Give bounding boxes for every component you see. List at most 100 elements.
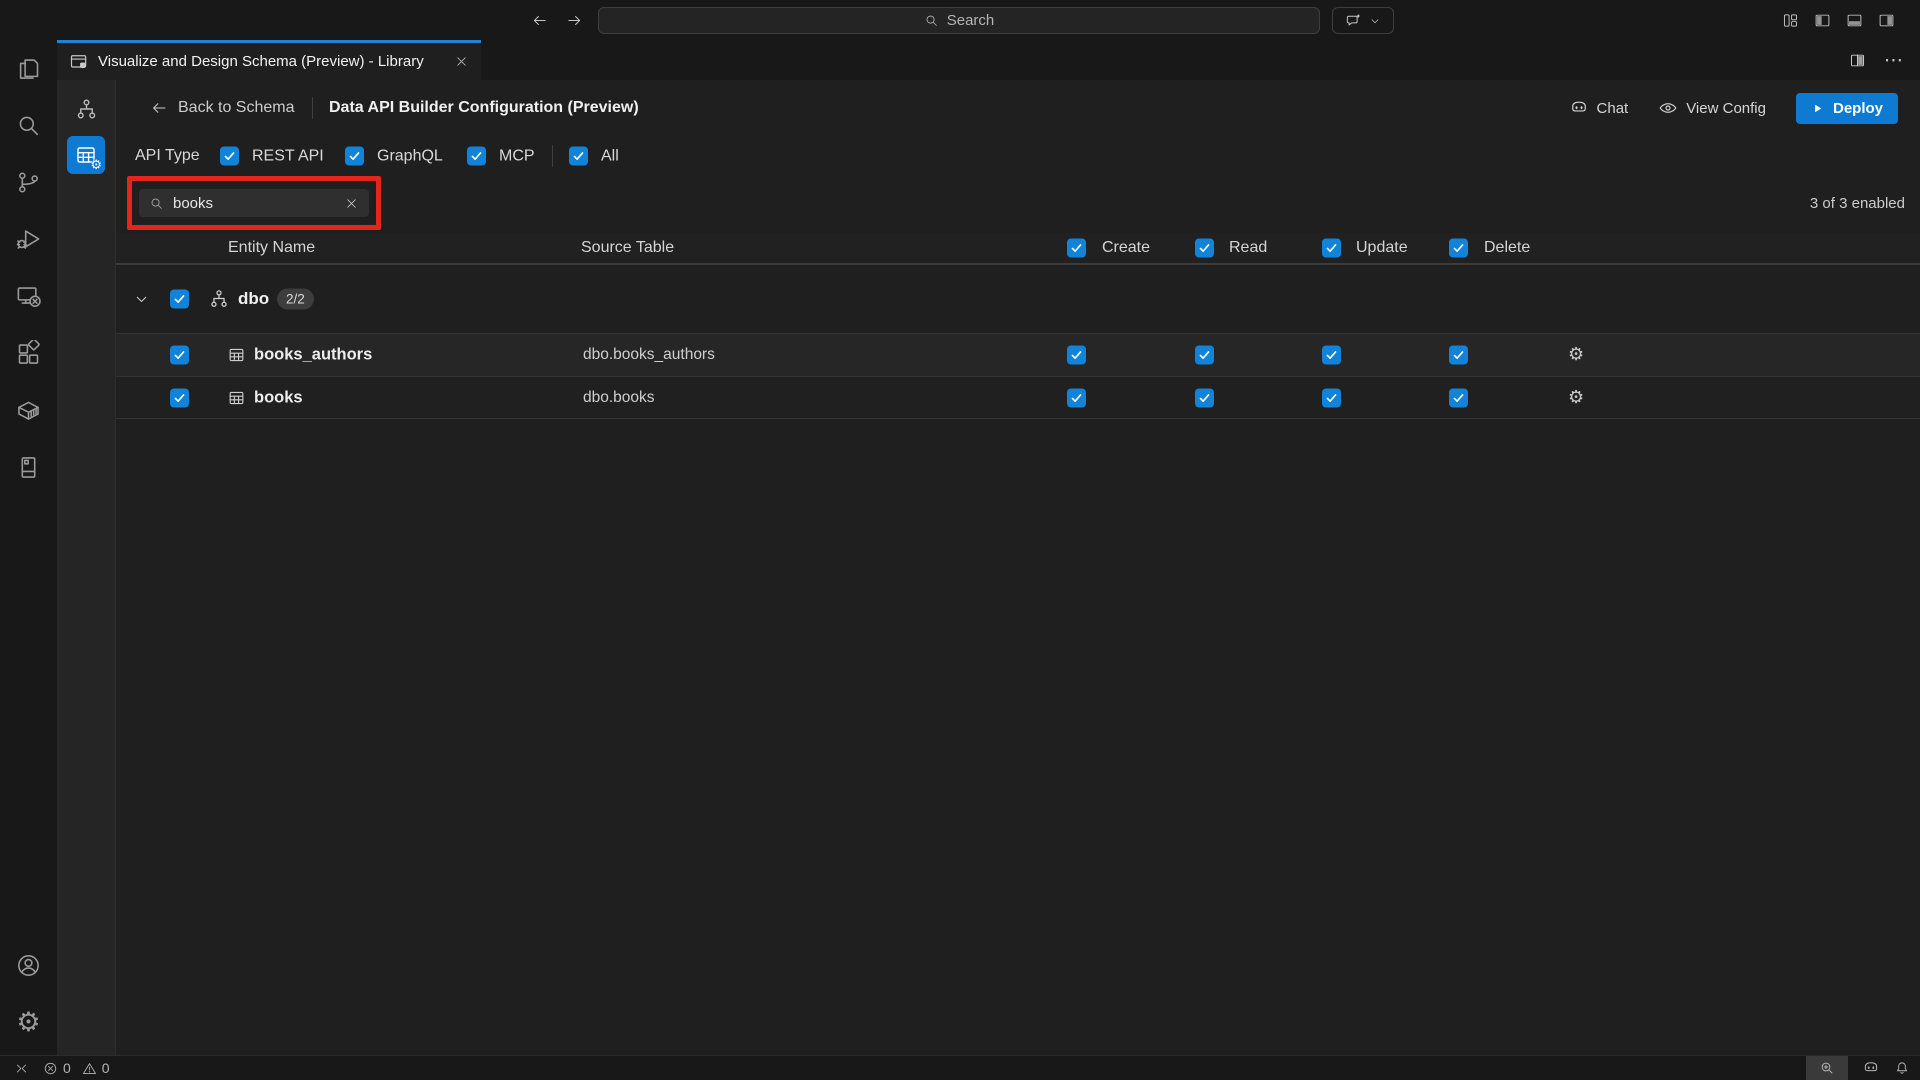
update-all-checkbox[interactable] [1322,239,1341,258]
mcp-checkbox[interactable] [467,147,486,166]
back-to-schema-button[interactable]: Back to Schema [150,80,295,136]
explorer-icon[interactable] [0,40,57,97]
copilot-status-icon[interactable] [1862,1059,1880,1077]
read-all-checkbox[interactable] [1195,239,1214,258]
schema-designer-icon[interactable] [67,90,105,128]
history-nav [531,0,583,40]
zoom-indicator[interactable] [1806,1056,1848,1080]
copilot-menu-button[interactable] [1332,7,1394,34]
accounts-icon[interactable] [0,937,57,994]
error-icon [43,1061,58,1076]
warning-count: 0 [102,1060,110,1076]
header-divider [312,97,313,119]
read-checkbox[interactable] [1195,388,1214,407]
checkbox-rest-api[interactable]: REST API [220,147,324,166]
search-value: books [173,195,335,212]
settings-gear-icon[interactable]: ⚙ [0,994,57,1051]
column-update: Update [1356,239,1408,257]
clear-search-icon[interactable] [344,196,359,211]
nav-forward-icon[interactable] [566,12,583,29]
play-icon [1811,102,1824,115]
create-all-checkbox[interactable] [1067,239,1086,258]
command-center-search[interactable]: Search [598,7,1320,34]
deploy-button[interactable]: Deploy [1796,93,1898,124]
search-view-icon[interactable] [0,97,57,154]
panel-header: Back to Schema Data API Builder Configur… [116,80,1920,136]
notifications-bell-icon[interactable] [1894,1060,1910,1076]
toggle-panel-icon[interactable] [1846,12,1863,29]
chat-label: Chat [1597,100,1629,117]
table-icon [227,388,246,407]
design-schema-tab-icon [69,52,89,72]
tab-title: Visualize and Design Schema (Preview) - … [98,53,424,70]
group-checkbox[interactable] [170,290,189,309]
error-count: 0 [63,1060,71,1076]
all-checkbox[interactable] [569,147,588,166]
entity-name: books_authors [254,346,372,365]
tab-visualize-design-schema[interactable]: Visualize and Design Schema (Preview) - … [57,40,481,80]
rest-api-checkbox[interactable] [220,147,239,166]
designer-tool-strip: ⚙ [57,80,116,1055]
checkbox-all[interactable]: All [569,147,619,166]
checkbox-mcp[interactable]: MCP [467,147,535,166]
database-projects-icon[interactable] [0,439,57,496]
deploy-label: Deploy [1833,100,1883,117]
more-actions-icon[interactable]: ⋯ [1884,49,1904,72]
remote-explorer-icon[interactable] [0,268,57,325]
schema-group-row: dbo 2/2 [116,265,1920,333]
delete-checkbox[interactable] [1449,388,1468,407]
remote-indicator-icon[interactable] [14,1061,29,1076]
tab-close-icon[interactable] [454,54,469,69]
source-control-icon[interactable] [0,154,57,211]
checkbox-graphql[interactable]: GraphQL [345,147,443,166]
read-checkbox[interactable] [1195,346,1214,365]
row-settings-gear-icon[interactable]: ⚙ [1568,389,1584,407]
status-bar: 0 0 [0,1055,1920,1080]
create-checkbox[interactable] [1067,388,1086,407]
page-title: Data API Builder Configuration (Preview) [329,80,639,136]
update-checkbox[interactable] [1322,388,1341,407]
api-type-filter-row: API Type REST API GraphQL MCP All [116,136,1920,176]
extensions-icon[interactable] [0,325,57,382]
chat-button[interactable]: Chat [1569,98,1629,118]
row-checkbox[interactable] [170,388,189,407]
row-checkbox[interactable] [170,346,189,365]
run-debug-icon[interactable] [0,211,57,268]
entity-row-books-authors: books_authors dbo.books_authors ⚙ [116,333,1920,376]
editor-tab-bar: Visualize and Design Schema (Preview) - … [57,40,1920,80]
nav-back-icon[interactable] [531,12,548,29]
toggle-secondary-sidebar-icon[interactable] [1878,12,1895,29]
customize-layout-icon[interactable] [1782,12,1799,29]
copilot-icon [1569,98,1589,118]
split-editor-icon[interactable] [1849,52,1866,69]
activity-bar: ⚙ [0,40,57,1055]
status-bar-right [1806,1056,1910,1080]
delete-all-checkbox[interactable] [1449,239,1468,258]
status-bar-left: 0 0 [14,1056,110,1080]
data-api-builder-icon[interactable]: ⚙ [67,136,105,174]
search-icon [924,13,939,28]
view-config-label: View Config [1686,100,1766,117]
problems-indicator[interactable]: 0 0 [43,1060,110,1076]
filter-divider [552,145,553,167]
back-label: Back to Schema [178,99,295,117]
column-read: Read [1229,239,1267,257]
view-config-button[interactable]: View Config [1658,98,1766,118]
container-tools-icon[interactable] [0,382,57,439]
delete-checkbox[interactable] [1449,346,1468,365]
title-bar: Search [0,0,1920,40]
toggle-primary-sidebar-icon[interactable] [1814,12,1831,29]
header-actions: Chat View Config Deploy [1569,80,1898,136]
column-delete: Delete [1484,239,1530,257]
update-checkbox[interactable] [1322,346,1341,365]
search-icon [149,196,164,211]
gear-badge-icon: ⚙ [90,158,102,173]
graphql-checkbox[interactable] [345,147,364,166]
row-settings-gear-icon[interactable]: ⚙ [1568,346,1584,364]
dab-config-panel: Back to Schema Data API Builder Configur… [116,80,1920,1055]
entity-search-input[interactable]: books [139,189,369,217]
create-checkbox[interactable] [1067,346,1086,365]
all-label: All [601,147,619,165]
enabled-summary: 3 of 3 enabled [1810,195,1905,212]
collapse-group-icon[interactable] [133,291,150,308]
